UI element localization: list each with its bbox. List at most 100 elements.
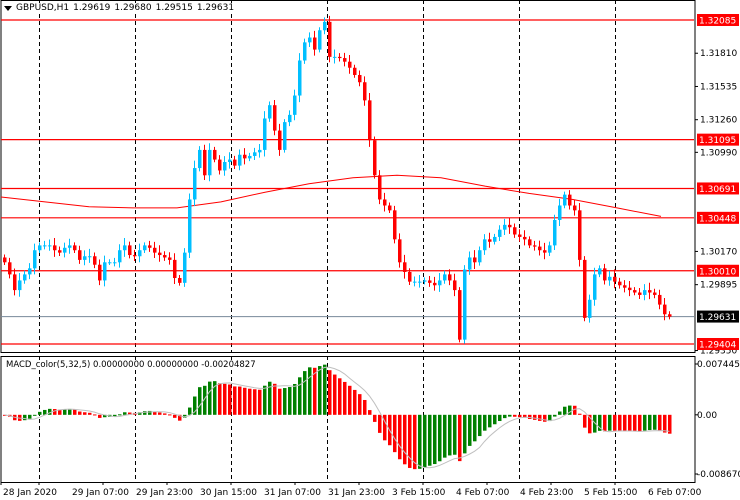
candle-body bbox=[378, 175, 382, 200]
time-label: 29 Jan 23:00 bbox=[136, 488, 193, 498]
macd-histogram-bar bbox=[618, 414, 622, 431]
candle-body bbox=[248, 155, 252, 159]
candle-body bbox=[508, 224, 512, 228]
macd-histogram-bar bbox=[283, 388, 287, 415]
candle-body bbox=[528, 239, 532, 246]
macd-histogram-bar bbox=[613, 414, 617, 431]
high-value: 1.29680 bbox=[114, 3, 152, 13]
macd-histogram-bar bbox=[493, 414, 497, 425]
candle-body bbox=[468, 257, 472, 270]
macd-tick-label: 0.00 bbox=[697, 411, 717, 421]
candle-body bbox=[628, 287, 632, 291]
candle-body bbox=[213, 149, 217, 160]
candle-body bbox=[288, 114, 292, 123]
price-tick-label: 1.31810 bbox=[700, 49, 737, 59]
candle-body bbox=[533, 245, 537, 247]
macd-histogram-bar bbox=[443, 414, 447, 458]
macd-histogram-bar bbox=[298, 377, 302, 415]
macd-histogram-bar bbox=[653, 414, 657, 430]
candle-body bbox=[433, 282, 437, 286]
macd-value-3: -0.00204827 bbox=[201, 360, 256, 370]
macd-histogram-bar bbox=[458, 414, 462, 462]
macd-histogram-bar bbox=[278, 388, 282, 415]
candle-body bbox=[178, 278, 182, 283]
macd-histogram-bar bbox=[263, 385, 267, 415]
candle-body bbox=[633, 290, 637, 293]
macd-histogram-bar bbox=[408, 414, 412, 468]
price-tick-label: 1.31260 bbox=[700, 116, 737, 126]
candle-body bbox=[58, 250, 62, 253]
candle-body bbox=[608, 276, 612, 281]
candle-body bbox=[188, 199, 192, 253]
macd-histogram-bar bbox=[528, 414, 532, 419]
macd-histogram-bar bbox=[433, 414, 437, 465]
candle-body bbox=[53, 245, 57, 251]
macd-histogram-bar bbox=[363, 399, 367, 415]
candle-body bbox=[328, 21, 332, 57]
macd-histogram-bar bbox=[658, 414, 662, 431]
macd-histogram-bar bbox=[633, 414, 637, 432]
candle-body bbox=[648, 290, 652, 293]
candle-body bbox=[218, 159, 222, 171]
candle-body bbox=[18, 280, 22, 291]
macd-histogram-bar bbox=[308, 367, 312, 415]
candle-body bbox=[208, 149, 212, 176]
macd-value-2: 0.00000000 bbox=[147, 360, 199, 370]
candle-body bbox=[153, 247, 157, 253]
candle-body bbox=[623, 285, 627, 288]
collapse-triangle-icon[interactable] bbox=[4, 5, 12, 11]
macd-histogram-bar bbox=[233, 386, 237, 415]
price-chart[interactable]: 28 Jan 2020 29 Jan 07:00 29 Jan 23:00 30 Ja… bbox=[0, 0, 740, 500]
price-panel-frame bbox=[0, 0, 696, 353]
candle-body bbox=[388, 205, 392, 211]
candle-body bbox=[143, 245, 147, 251]
candle-body bbox=[603, 268, 607, 281]
candle-body bbox=[553, 220, 557, 246]
candle-body bbox=[343, 58, 347, 62]
candle-body bbox=[663, 304, 667, 315]
candle-body bbox=[238, 154, 242, 166]
candle-body bbox=[243, 154, 247, 159]
macd-histogram-bar bbox=[403, 414, 407, 465]
price-tick-label: 1.30170 bbox=[700, 247, 737, 257]
candle-body bbox=[538, 246, 542, 251]
candle-body bbox=[423, 280, 427, 282]
macd-histogram-bar bbox=[188, 407, 192, 415]
candle-body bbox=[3, 257, 7, 263]
price-tick-label: 1.29895 bbox=[700, 281, 737, 291]
candle-body bbox=[428, 280, 432, 283]
candle-body bbox=[273, 105, 277, 131]
candle-body bbox=[258, 149, 262, 153]
candle-body bbox=[168, 257, 172, 260]
candle-body bbox=[518, 234, 522, 237]
macd-histogram-bar bbox=[453, 414, 457, 455]
low-value: 1.29515 bbox=[155, 3, 193, 13]
macd-histogram-bar bbox=[323, 364, 327, 415]
macd-histogram-bar bbox=[173, 414, 177, 418]
time-label: 31 Jan 07:00 bbox=[264, 488, 321, 498]
candle-body bbox=[438, 280, 442, 286]
candle-body bbox=[128, 245, 132, 256]
macd-histogram-bar bbox=[428, 414, 432, 466]
candle-body bbox=[8, 262, 12, 275]
candle-body bbox=[458, 290, 462, 340]
macd-histogram-bar bbox=[33, 414, 37, 416]
macd-histogram-bar bbox=[38, 411, 42, 415]
macd-histogram-bar bbox=[228, 384, 232, 415]
macd-histogram-bar bbox=[28, 414, 32, 419]
candle-body bbox=[513, 227, 517, 235]
time-label: 6 Feb 07:00 bbox=[648, 488, 702, 498]
macd-histogram-bar bbox=[448, 414, 452, 456]
macd-histogram-bar bbox=[533, 414, 537, 420]
candle-body bbox=[103, 262, 107, 281]
close-value: 1.29631 bbox=[196, 3, 235, 13]
macd-histogram-bar bbox=[348, 385, 352, 415]
macd-histogram-bar bbox=[293, 383, 297, 415]
candle-body bbox=[138, 250, 142, 257]
candle-body bbox=[33, 250, 37, 269]
macd-histogram-bar bbox=[123, 412, 127, 415]
macd-histogram-bar bbox=[23, 414, 27, 421]
candle-body bbox=[283, 122, 287, 150]
candle-body bbox=[358, 74, 362, 83]
macd-histogram-bar bbox=[423, 414, 427, 468]
